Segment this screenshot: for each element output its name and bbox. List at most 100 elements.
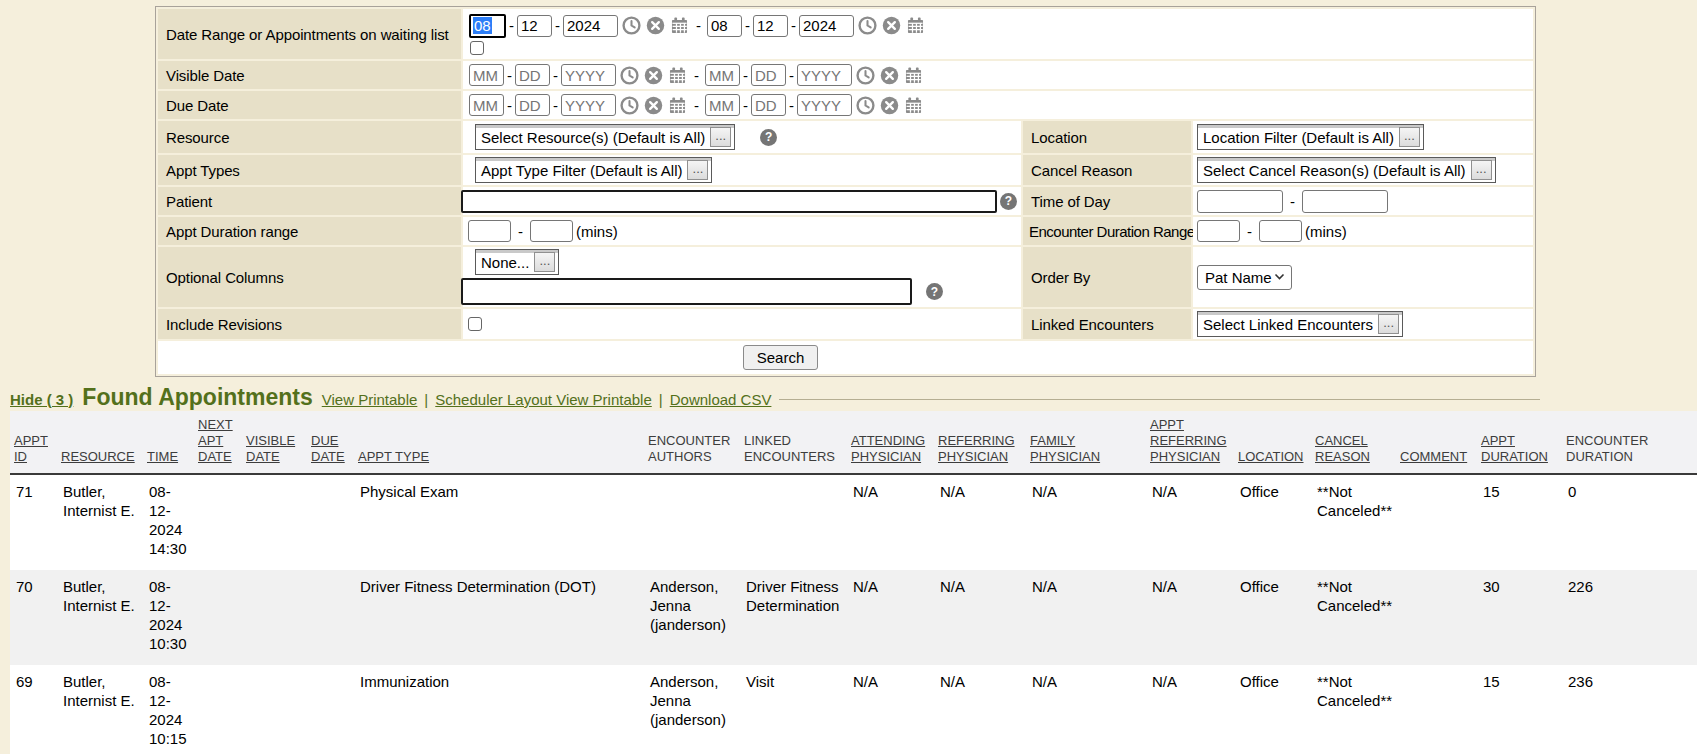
visible-date-label: Visible Date	[158, 61, 461, 89]
column-header[interactable]: LOCATION	[1234, 411, 1311, 474]
clock-icon[interactable]	[619, 95, 639, 115]
resource-select[interactable]: Select Resource(s) (Default is All) ...	[475, 124, 735, 150]
column-header[interactable]: RESOURCE	[57, 411, 143, 474]
due-to-year-input[interactable]	[797, 94, 852, 116]
cell	[242, 570, 307, 665]
calendar-icon[interactable]	[903, 65, 923, 85]
waiting-list-checkbox[interactable]	[470, 41, 484, 55]
visible-to-year-input[interactable]	[797, 64, 852, 86]
column-header[interactable]: APPT DURATION	[1477, 411, 1562, 474]
chevron-down-icon	[1274, 273, 1285, 281]
calendar-icon[interactable]	[903, 95, 923, 115]
help-icon[interactable]: ?	[1000, 193, 1017, 210]
date-to-day-input[interactable]	[753, 15, 788, 37]
cell: Immunization	[354, 665, 644, 754]
clear-circle-icon[interactable]	[643, 65, 663, 85]
date-to-month-input[interactable]	[707, 15, 742, 37]
due-from-day-input[interactable]	[515, 94, 550, 116]
linked-encounters-more-button[interactable]: ...	[1378, 314, 1399, 334]
date-from-year-input[interactable]	[563, 15, 618, 37]
help-icon[interactable]: ?	[760, 129, 777, 146]
resource-more-button[interactable]: ...	[710, 127, 731, 147]
clock-icon[interactable]	[855, 65, 875, 85]
location-more-button[interactable]: ...	[1399, 127, 1420, 147]
visible-to-day-input[interactable]	[751, 64, 786, 86]
location-select[interactable]: Location Filter (Default is All) ...	[1197, 124, 1424, 150]
due-to-day-input[interactable]	[751, 94, 786, 116]
patient-input[interactable]	[461, 190, 997, 213]
column-header[interactable]: APPT REFERRING PHYSICIAN	[1146, 411, 1234, 474]
help-icon[interactable]: ?	[926, 283, 943, 300]
cell: N/A	[1146, 570, 1234, 665]
visible-from-day-input[interactable]	[515, 64, 550, 86]
column-header[interactable]: TIME	[143, 411, 194, 474]
visible-from-year-input[interactable]	[561, 64, 616, 86]
visible-date-cell: - - - - -	[463, 61, 1533, 89]
download-csv-link[interactable]: Download CSV	[670, 391, 772, 408]
cell: Butler, Internist E.	[57, 474, 143, 570]
date-from-month-input[interactable]: 08	[469, 14, 506, 38]
column-header[interactable]: CANCEL REASON	[1311, 411, 1396, 474]
column-header[interactable]: APPT TYPE	[354, 411, 644, 474]
visible-to-month-input[interactable]	[705, 64, 740, 86]
encounter-duration-min-input[interactable]	[1197, 220, 1240, 242]
clear-circle-icon[interactable]	[879, 65, 899, 85]
column-header[interactable]: REFERRING PHYSICIAN	[934, 411, 1026, 474]
order-by-select[interactable]: Pat Name	[1197, 265, 1292, 290]
encounter-duration-units: (mins)	[1305, 223, 1347, 240]
clear-circle-icon[interactable]	[645, 16, 665, 36]
hide-link[interactable]: Hide ( 3 )	[10, 391, 73, 408]
appt-duration-min-input[interactable]	[468, 220, 511, 242]
clock-icon[interactable]	[857, 16, 877, 36]
column-header[interactable]: APPT ID	[10, 411, 57, 474]
encounter-duration-max-input[interactable]	[1259, 220, 1302, 242]
column-header[interactable]: COMMENT	[1396, 411, 1477, 474]
column-header[interactable]: NEXT APT DATE	[194, 411, 242, 474]
date-to-year-input[interactable]	[799, 15, 854, 37]
clock-icon[interactable]	[855, 95, 875, 115]
column-header[interactable]: ATTENDING PHYSICIAN	[847, 411, 934, 474]
cell: 15	[1477, 665, 1562, 754]
optional-columns-input[interactable]	[461, 278, 912, 305]
calendar-icon[interactable]	[667, 65, 687, 85]
clear-circle-icon[interactable]	[643, 95, 663, 115]
clock-icon[interactable]	[621, 16, 641, 36]
due-to-month-input[interactable]	[705, 94, 740, 116]
clear-circle-icon[interactable]	[879, 95, 899, 115]
cell	[194, 570, 242, 665]
linked-encounters-select[interactable]: Select Linked Encounters ...	[1197, 311, 1403, 337]
optional-columns-select[interactable]: None... ...	[475, 249, 559, 275]
appt-types-select[interactable]: Appt Type Filter (Default is All) ...	[475, 157, 712, 183]
cancel-reason-select[interactable]: Select Cancel Reason(s) (Default is All)…	[1197, 157, 1496, 183]
cancel-reason-cell: Select Cancel Reason(s) (Default is All)…	[1193, 155, 1533, 185]
calendar-icon[interactable]	[669, 16, 689, 36]
cell: Office	[1234, 474, 1311, 570]
column-header[interactable]: FAMILY PHYSICIAN	[1026, 411, 1146, 474]
cell: **Not Canceled**	[1311, 474, 1396, 570]
cell: Butler, Internist E.	[57, 570, 143, 665]
column-header[interactable]: VISIBLE DATE	[242, 411, 307, 474]
cancel-reason-label: Cancel Reason	[1023, 155, 1191, 185]
visible-from-month-input[interactable]	[469, 64, 504, 86]
cancel-reason-more-button[interactable]: ...	[1471, 160, 1492, 180]
clock-icon[interactable]	[619, 65, 639, 85]
clear-circle-icon[interactable]	[881, 16, 901, 36]
date-from-day-input[interactable]	[517, 15, 552, 37]
scheduler-layout-link[interactable]: Scheduler Layout View Printable	[435, 391, 652, 408]
calendar-icon[interactable]	[905, 16, 925, 36]
search-button[interactable]: Search	[743, 345, 819, 370]
due-from-month-input[interactable]	[469, 94, 504, 116]
appt-duration-max-input[interactable]	[530, 220, 573, 242]
time-of-day-from-input[interactable]	[1197, 190, 1283, 213]
optional-columns-more-button[interactable]: ...	[534, 252, 555, 272]
include-revisions-checkbox[interactable]	[468, 317, 482, 331]
appt-types-more-button[interactable]: ...	[687, 160, 708, 180]
calendar-icon[interactable]	[667, 95, 687, 115]
cell: 236	[1562, 665, 1697, 754]
appt-types-cell: Appt Type Filter (Default is All) ...	[463, 155, 1021, 185]
due-from-year-input[interactable]	[561, 94, 616, 116]
column-header[interactable]: DUE DATE	[307, 411, 354, 474]
cell: N/A	[934, 665, 1026, 754]
view-printable-link[interactable]: View Printable	[322, 391, 418, 408]
time-of-day-to-input[interactable]	[1302, 190, 1388, 213]
